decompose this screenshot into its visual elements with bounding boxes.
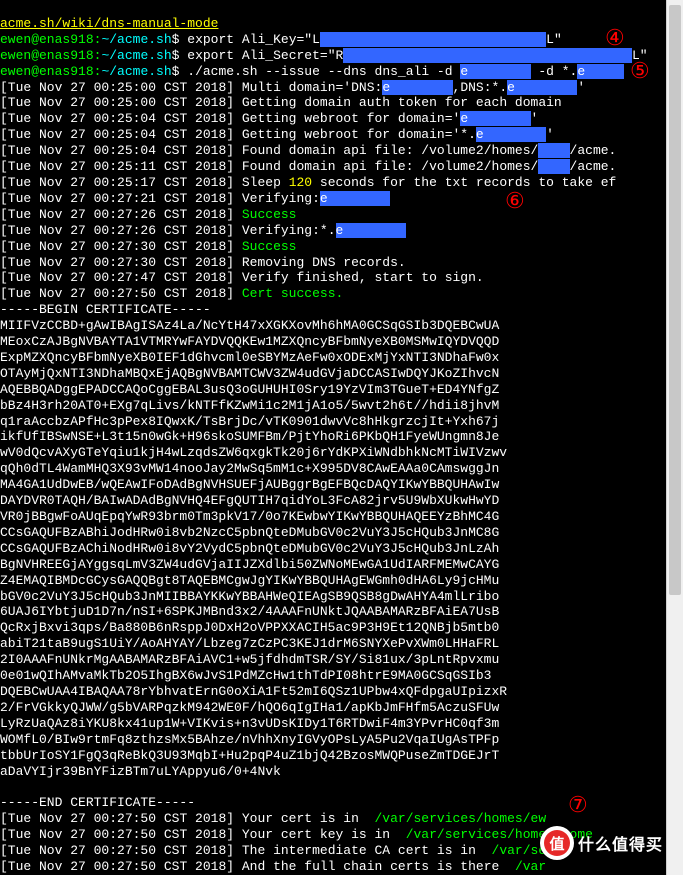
certificate-line: tbbUrIoSY1FgQ3qReBkQ3U93MqbI+Hu2pqP4uZ1b… <box>0 748 499 763</box>
certificate-line: 0e01wQIhAMvaMkTb2O5IhgBX6wJvS1PdMZcHw1th… <box>0 668 491 683</box>
certificate-line: Z4EMAQIBMDcGCysGAQQBgt8TAQEBMCgwJgYIKwYB… <box>0 573 499 588</box>
prompt-user: ewen@enas918 <box>0 32 94 47</box>
log-timestamp: [Tue Nov 27 00:25:17 CST 2018] <box>0 175 234 190</box>
certificate-line: OTAyMjQxNTI3NDhaMBQxEjAQBgNVBAMTCWV3ZW4u… <box>0 366 499 381</box>
certificate-line: CCsGAQUFBzABhiJodHRw0i8vb2NzcC5pbnQteDMu… <box>0 525 499 540</box>
wiki-link: acme.sh/wiki/dns-manual-mode <box>0 16 218 31</box>
fullchain-path: /var <box>515 859 546 874</box>
log-timestamp: [Tue Nov 27 00:27:50 CST 2018] <box>0 827 234 842</box>
log-timestamp: [Tue Nov 27 00:25:00 CST 2018] <box>0 95 234 110</box>
intermediate-path: /var/se <box>492 843 547 858</box>
certificate-line: CCsGAQUFBzAChiNodHRw0i8vY2VydC5pbnQteDMu… <box>0 541 499 556</box>
certificate-line: MIIFVzCCBD+gAwIBAgISAz4La/NcYtH47xXGKXov… <box>0 318 499 333</box>
cmd-export-key: export Ali_Key="L <box>187 32 320 47</box>
terminal-output: acme.sh/wiki/dns-manual-mode ewen@enas91… <box>0 0 667 875</box>
log-timestamp: [Tue Nov 27 00:27:30 CST 2018] <box>0 239 234 254</box>
certificate-line: VR0jBBgwFoAUqEpqYwR93brm0Tm3pkV17/0o7KEw… <box>0 509 499 524</box>
certificate-line: QcRxjBxvi3qps/Ba880B6nRsppJ0DxH2oVPPXXAC… <box>0 620 499 635</box>
annotation-7: ⑦ <box>568 792 588 818</box>
certificate-line: 2/FrVGkkyQJWW/g5bVARPqzkM942WE0F/hQO6qIg… <box>0 700 499 715</box>
begin-cert: -----BEGIN CERTIFICATE----- <box>0 302 211 317</box>
certificate-line: LyRzUaQAz8iYKU8kx41up1W+VIKvis+n3vUDsKID… <box>0 716 499 731</box>
log-timestamp: [Tue Nov 27 00:25:11 CST 2018] <box>0 159 234 174</box>
annotation-4: ④ <box>605 25 625 51</box>
log-timestamp: [Tue Nov 27 00:25:04 CST 2018] <box>0 111 234 126</box>
certificate-line: DAYDVR0TAQH/BAIwADAdBgNVHQ4EFgQUTIH7qidY… <box>0 493 499 508</box>
certificate-line: bBz4H3rh20AT0+EXg7qLivs/kNTFfKZwMi1c2M1j… <box>0 398 499 413</box>
certificate-line: bGV0c2VuY3J5cHQub3JnMIIBBAYKKwYBBAHWeQIE… <box>0 589 499 604</box>
scrollbar-track[interactable] <box>666 0 683 875</box>
certificate-line: DQEBCwUAA4IBAQAA78rYbhvatErnG0oXiA1Ft52m… <box>0 684 507 699</box>
annotation-5: ⑤ <box>630 58 650 84</box>
certificate-line: 2I0AAAFnUNkrMgAABAMARzBFAiAVC1+w5jfdhdmT… <box>0 652 499 667</box>
watermark: 值 什么值得买 <box>540 826 663 860</box>
cmd-export-secret: export Ali_Secret="R <box>187 48 343 63</box>
certificate-line: ikfUfIBSwNSE+L3t15n0wGk+H96skoSUMFBm/Pjt… <box>0 429 499 444</box>
end-cert: -----END CERTIFICATE----- <box>0 795 195 810</box>
log-timestamp: [Tue Nov 27 00:25:04 CST 2018] <box>0 143 234 158</box>
log-timestamp: [Tue Nov 27 00:27:50 CST 2018] <box>0 859 234 874</box>
success-msg: Success <box>242 239 297 254</box>
log-timestamp: [Tue Nov 27 00:27:50 CST 2018] <box>0 811 234 826</box>
certificate-line: WOMfL0/BIw9rtmFq8zthzsMx5BAhze/nVhhXnyIG… <box>0 732 499 747</box>
certificate-line: 6UAJ6IYbtjuD1D7n/nSI+6SPKJMBnd3x2/4AAAFn… <box>0 604 499 619</box>
certificate-line: ExpMZXQncyBFbmNyeXB0IEF1dGhvcml0eSBYMzAe… <box>0 350 499 365</box>
log-timestamp: [Tue Nov 27 00:27:30 CST 2018] <box>0 255 234 270</box>
certificate-line: abiT21taB9ugS1UiY/AoAHYAY/Lbzeg7zCzPC3KE… <box>0 636 499 651</box>
certificate-line: AQEBBQADggEPADCCAQoCggEBAL3usQ3oGUHUHI0S… <box>0 382 499 397</box>
log-msg: Getting domain auth token for each domai… <box>242 95 562 110</box>
scrollbar-thumb[interactable] <box>669 5 681 595</box>
sleep-seconds: 120 <box>289 175 312 190</box>
cert-success: Cert success. <box>242 286 343 301</box>
certificate-line: MEoxCzAJBgNVBAYTA1VTMRYwFAYDVQQKEw1MZXQn… <box>0 334 499 349</box>
log-timestamp: [Tue Nov 27 00:27:47 CST 2018] <box>0 270 234 285</box>
certificate-line: MA4GA1UdDwEB/wQEAwIFoDAdBgNVHSUEFjAUBggr… <box>0 477 499 492</box>
watermark-text: 什么值得买 <box>578 831 663 855</box>
cmd-issue: ./acme.sh --issue --dns dns_ali -d <box>187 64 460 79</box>
certificate-line: q1raAccbzAPfHc3pPex8IQwxK/TsBrjDc/vTK090… <box>0 414 499 429</box>
certificate-line: qQh0dTL4WamMHQ3X93vMW14nooJay2MwSq5mM1c+… <box>0 461 499 476</box>
prompt-path: ~/acme.sh <box>101 32 171 47</box>
log-timestamp: [Tue Nov 27 00:27:26 CST 2018] <box>0 207 234 222</box>
cert-path: /var/services/homes/ew <box>375 811 547 826</box>
log-timestamp: [Tue Nov 27 00:27:21 CST 2018] <box>0 191 234 206</box>
certificate-line: BgNVHREEGjAYggsqLmV3ZW4udGVjaIIJZXdlbi50… <box>0 557 499 572</box>
log-timestamp: [Tue Nov 27 00:27:26 CST 2018] <box>0 223 234 238</box>
success-msg: Success <box>242 207 297 222</box>
log-timestamp: [Tue Nov 27 00:25:00 CST 2018] <box>0 80 234 95</box>
annotation-6: ⑥ <box>505 188 525 214</box>
watermark-icon: 值 <box>540 826 574 860</box>
log-timestamp: [Tue Nov 27 00:27:50 CST 2018] <box>0 843 234 858</box>
certificate-line: aDaVYIjr39BnYFizBTm7uLYAppyu6/0+4Nvk <box>0 764 281 779</box>
certificate-body: MIIFVzCCBD+gAwIBAgISAz4La/NcYtH47xXGKXov… <box>0 318 667 779</box>
log-timestamp: [Tue Nov 27 00:25:04 CST 2018] <box>0 127 234 142</box>
log-timestamp: [Tue Nov 27 00:27:50 CST 2018] <box>0 286 234 301</box>
certificate-line: wV0dQcvAXyGTeYqiu1kjH4wLzqdsZW6qxgkTk20j… <box>0 445 507 460</box>
